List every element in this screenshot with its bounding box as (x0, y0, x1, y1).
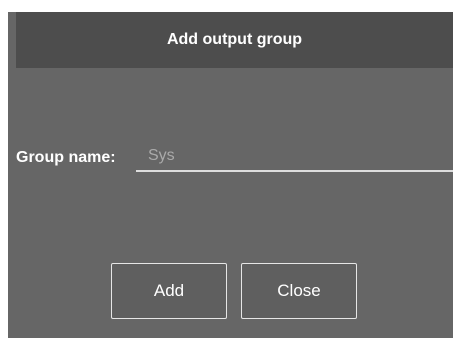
close-button[interactable]: Close (241, 263, 357, 319)
group-name-label: Group name: (16, 149, 116, 166)
group-name-input[interactable] (136, 142, 453, 172)
add-output-group-dialog: Add output group Group name: Add Close (8, 12, 453, 338)
add-button[interactable]: Add (111, 263, 227, 319)
dialog-titlebar: Add output group (16, 12, 453, 68)
dialog-title: Add output group (166, 31, 303, 48)
